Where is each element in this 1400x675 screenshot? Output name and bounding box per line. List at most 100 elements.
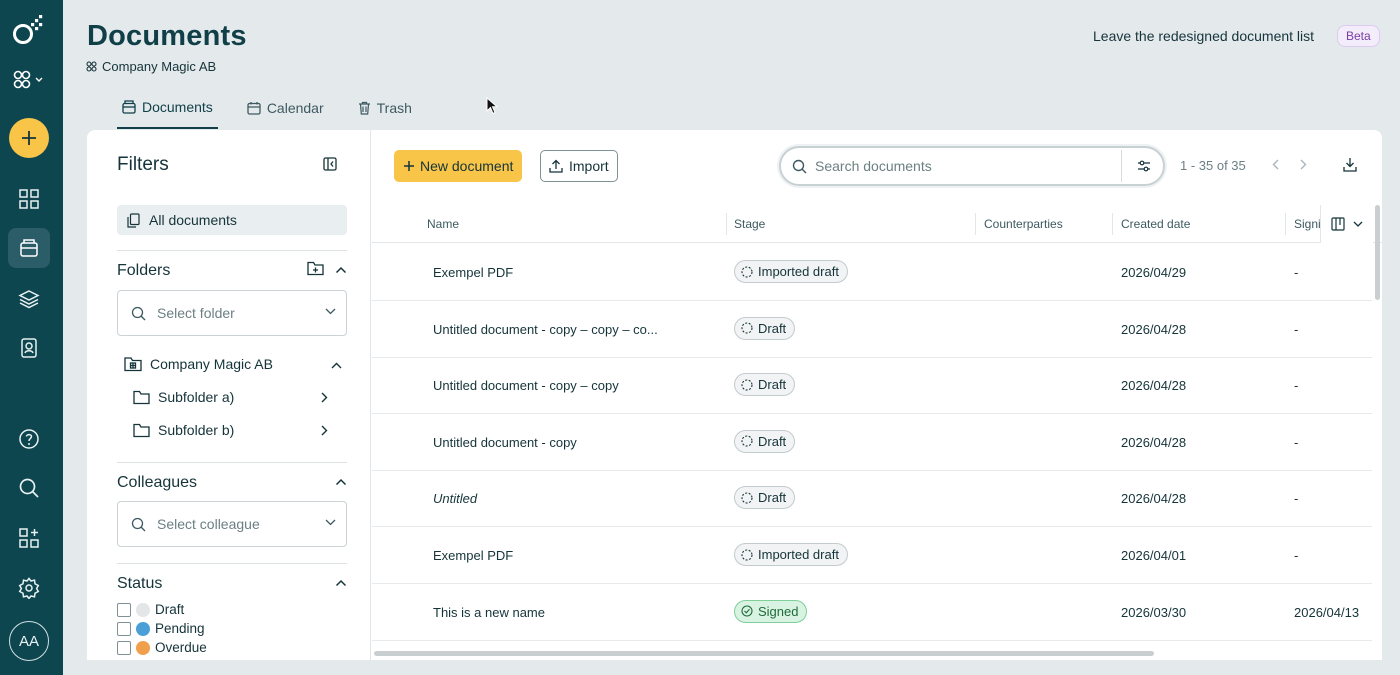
folders-title: Folders <box>117 262 171 279</box>
created-date: 2026/04/29 <box>1121 265 1187 280</box>
draft-status-icon <box>741 322 753 334</box>
search-icon[interactable] <box>8 468 50 508</box>
table-row[interactable]: This is a new name Signed 2026/03/30 2026/0… <box>372 584 1372 641</box>
document-name[interactable]: Untitled document - copy – copy – co... <box>433 322 658 337</box>
status-filter-draft[interactable]: Draft <box>117 602 184 617</box>
documents-nav-icon[interactable] <box>8 228 50 268</box>
draft-status-icon <box>741 435 753 447</box>
folder-select[interactable]: Select folder <box>117 290 347 336</box>
workspace-switcher-icon[interactable] <box>8 60 50 100</box>
download-icon[interactable] <box>1343 157 1357 172</box>
all-documents-filter[interactable]: All documents <box>117 205 347 235</box>
user-avatar[interactable]: AA <box>9 621 49 661</box>
stage-badge: Signed <box>734 599 808 623</box>
templates-icon[interactable] <box>8 279 50 319</box>
chevron-up-icon[interactable] <box>335 478 347 486</box>
create-button[interactable] <box>9 118 49 158</box>
created-date: 2026/04/28 <box>1121 491 1187 507</box>
column-divider <box>1112 213 1113 235</box>
document-name[interactable]: Exempel PDF <box>433 265 513 280</box>
status-checkbox[interactable] <box>117 602 131 617</box>
help-icon[interactable] <box>8 419 50 459</box>
document-name[interactable]: Exempel PDF <box>433 548 513 563</box>
chevron-down-icon <box>325 308 336 315</box>
status-filter-overdue[interactable]: Overdue <box>117 640 207 655</box>
stage-badge: Draft <box>734 373 796 397</box>
divider <box>117 462 347 463</box>
chevron-up-icon[interactable] <box>331 362 342 369</box>
folder-item-subfolder-b[interactable]: Subfolder b) <box>133 422 234 438</box>
draft-status-icon <box>741 548 753 561</box>
chevron-left-icon[interactable] <box>1272 159 1279 170</box>
calendar-icon <box>247 101 261 115</box>
vertical-scrollbar[interactable] <box>1375 205 1380 300</box>
leave-redesign-link[interactable]: Leave the redesigned document list <box>1093 28 1314 44</box>
column-header-counterparties[interactable]: Counterparties <box>984 217 1063 231</box>
document-name[interactable]: This is a new name <box>433 605 545 620</box>
document-name[interactable]: Untitled <box>433 491 477 506</box>
stage-badge: Imported draft <box>734 543 848 566</box>
stage-label: Signed <box>758 603 799 619</box>
document-name[interactable]: Untitled document - copy – copy <box>433 378 619 393</box>
tab-calendar[interactable]: Calendar <box>242 86 329 129</box>
chevron-up-icon[interactable] <box>335 579 347 587</box>
table-row[interactable]: Untitled document - copy – copy – co... D… <box>372 301 1372 358</box>
table-row[interactable]: Exempel PDF Imported draft 2026/04/01 - <box>372 527 1372 584</box>
tab-documents[interactable]: Documents <box>117 86 218 129</box>
colleague-select[interactable]: Select colleague <box>117 501 347 547</box>
folder-item-subfolder-a[interactable]: Subfolder a) <box>133 389 234 405</box>
table-row[interactable]: Untitled document - copy Draft 2026/04/28 - <box>372 414 1372 471</box>
dashboard-icon[interactable] <box>8 179 50 219</box>
filters-panel: Filters All documents Folders Select fol… <box>87 130 371 660</box>
new-document-button[interactable]: New document <box>394 150 523 182</box>
column-header-name[interactable]: Name <box>427 217 459 231</box>
created-date: 2026/04/28 <box>1121 321 1187 337</box>
status-checkbox[interactable] <box>117 640 131 655</box>
tab-trash[interactable]: Trash <box>353 86 417 129</box>
colleagues-title: Colleagues <box>117 474 198 491</box>
add-folder-icon[interactable] <box>307 261 324 276</box>
stage-badge: Imported draft <box>734 260 848 283</box>
table-row[interactable]: Untitled document - copy – copy Draft 2026… <box>372 357 1372 415</box>
page-title: Documents <box>87 20 247 52</box>
draft-status-icon <box>741 265 753 278</box>
status-filter-pending[interactable]: Pending <box>117 621 205 636</box>
column-header-created-date[interactable]: Created date <box>1121 217 1190 231</box>
trash-icon <box>358 101 370 115</box>
filter-settings-icon[interactable] <box>1137 159 1151 173</box>
stage-label: Imported draft <box>758 264 839 279</box>
signed-date: - <box>1294 378 1299 394</box>
table-row[interactable]: Exempel PDF Imported draft 2026/04/29 - <box>372 244 1372 301</box>
chevron-right-icon[interactable] <box>321 392 328 403</box>
copy-documents-icon <box>127 212 140 228</box>
column-settings-button[interactable] <box>1320 205 1373 243</box>
folder-item-company[interactable]: Company Magic AB <box>124 356 273 372</box>
status-dot <box>136 602 150 617</box>
status-checkbox[interactable] <box>117 621 131 636</box>
horizontal-scrollbar[interactable] <box>374 651 1154 656</box>
logo-icon[interactable] <box>11 14 47 48</box>
marketplace-icon[interactable] <box>8 518 50 558</box>
signed-date: - <box>1294 548 1299 563</box>
stage-label: Draft <box>758 490 787 506</box>
left-rail: AA <box>0 0 63 675</box>
collapse-panel-icon[interactable] <box>323 157 337 171</box>
chevron-right-icon[interactable] <box>321 425 328 436</box>
status-dot <box>136 640 150 655</box>
table-header: Name Stage Counterparties Created date S… <box>372 205 1382 243</box>
settings-icon[interactable] <box>8 568 50 608</box>
contacts-icon[interactable] <box>8 328 50 368</box>
search-icon <box>131 517 146 531</box>
search-input[interactable] <box>815 156 1105 176</box>
divider <box>117 250 347 251</box>
chevron-right-icon[interactable] <box>1300 159 1307 170</box>
column-header-stage[interactable]: Stage <box>734 217 765 231</box>
document-name[interactable]: Untitled document - copy <box>433 435 577 450</box>
status-dot <box>136 621 150 636</box>
column-header-signed-date[interactable]: Signi <box>1294 217 1321 231</box>
chevron-up-icon[interactable] <box>335 266 347 274</box>
signed-date: 2026/04/13 <box>1294 604 1360 620</box>
import-button[interactable]: Import <box>540 150 618 182</box>
company-folder-icon <box>124 357 142 372</box>
table-row[interactable]: Untitled Draft 2026/04/28 - <box>372 470 1372 528</box>
